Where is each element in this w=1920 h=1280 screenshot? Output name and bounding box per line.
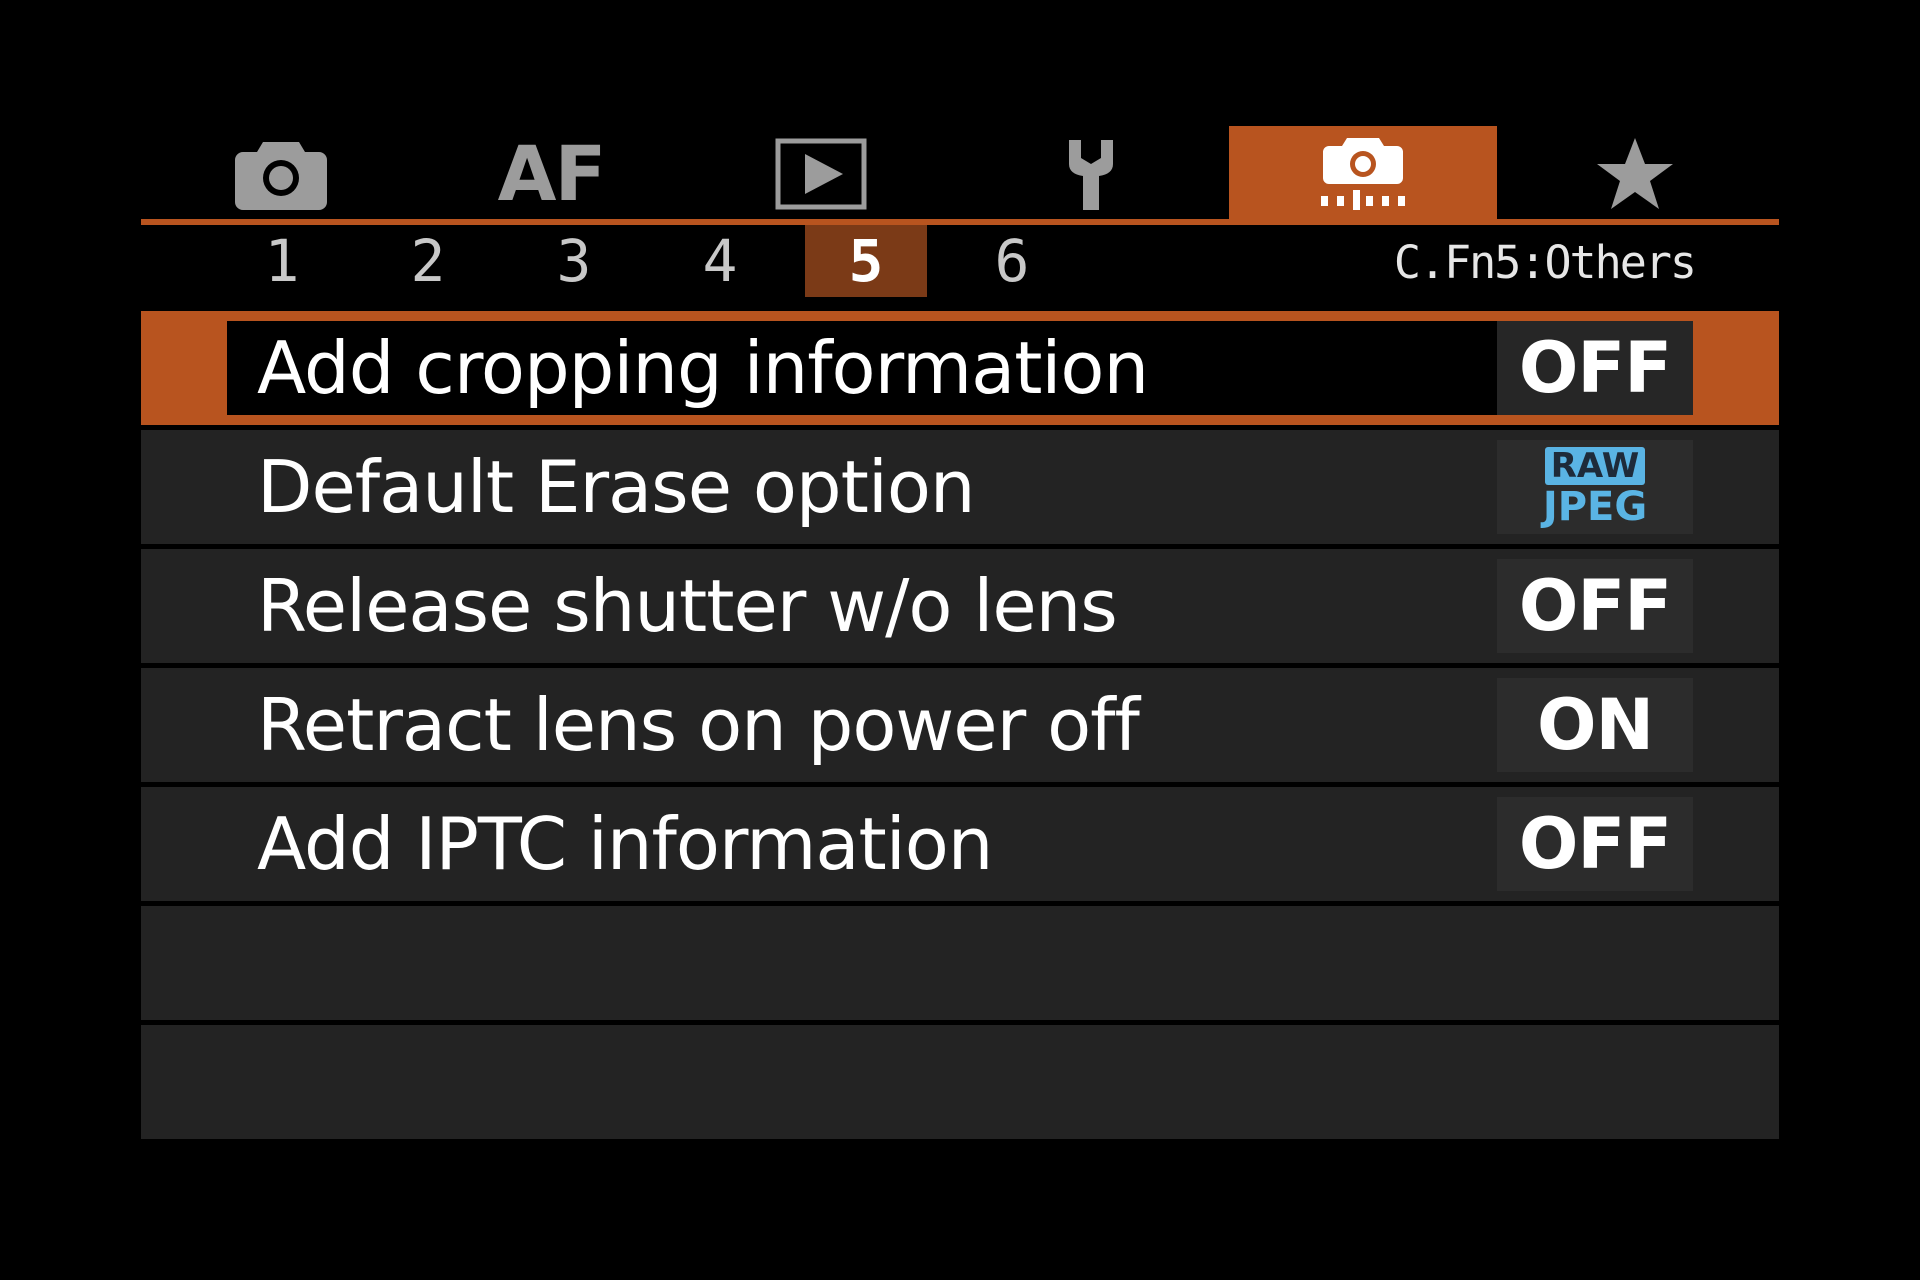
tab-shooting[interactable] bbox=[147, 126, 415, 221]
af-tab-label: AF bbox=[497, 129, 607, 218]
sub-tab-bar: 1 2 3 4 5 6 C.Fn5:Others bbox=[141, 225, 1779, 297]
menu-item-label: Retract lens on power off bbox=[257, 683, 1140, 767]
tab-af[interactable]: AF bbox=[417, 126, 685, 221]
star-icon bbox=[1597, 137, 1673, 209]
menu-item-retract-lens-on-power-off[interactable]: Retract lens on power off ON bbox=[141, 668, 1779, 782]
menu-item-label: Add cropping information bbox=[257, 326, 1149, 410]
menu-item-body: Add IPTC information OFF bbox=[227, 797, 1693, 891]
tab-custom-functions[interactable] bbox=[1229, 126, 1497, 221]
subtab-4[interactable]: 4 bbox=[659, 225, 781, 297]
raw-jpeg-format-icon: RAW JPEG bbox=[1543, 447, 1647, 527]
jpeg-badge: JPEG bbox=[1542, 484, 1648, 530]
menu-item-label: Release shutter w/o lens bbox=[257, 564, 1118, 648]
tab-setup[interactable] bbox=[957, 126, 1225, 221]
empty-menu-row bbox=[141, 1025, 1779, 1139]
wrench-icon bbox=[1069, 139, 1113, 210]
menu-item-value: OFF bbox=[1497, 797, 1693, 891]
menu-item-label: Default Erase option bbox=[257, 445, 976, 529]
empty-menu-row bbox=[141, 906, 1779, 1020]
menu-item-highlight: Add cropping information OFF bbox=[227, 321, 1693, 415]
menu-item-value: OFF bbox=[1497, 321, 1693, 415]
camera-icon bbox=[235, 141, 327, 210]
value-text: ON bbox=[1536, 684, 1654, 766]
playback-icon bbox=[775, 138, 867, 209]
main-tab-bar: AF bbox=[141, 126, 1779, 221]
section-title: C.Fn5:Others bbox=[1393, 236, 1697, 289]
menu-item-add-iptc-information[interactable]: Add IPTC information OFF bbox=[141, 787, 1779, 901]
menu-item-release-shutter-without-lens[interactable]: Release shutter w/o lens OFF bbox=[141, 549, 1779, 663]
menu-item-body: Default Erase option RAW JPEG bbox=[227, 440, 1693, 534]
menu-item-value: RAW JPEG bbox=[1497, 440, 1693, 534]
value-text: OFF bbox=[1518, 327, 1672, 409]
subtab-5[interactable]: 5 bbox=[805, 225, 927, 297]
subtab-3[interactable]: 3 bbox=[513, 225, 635, 297]
menu-item-body: Retract lens on power off ON bbox=[227, 678, 1693, 772]
subtab-6[interactable]: 6 bbox=[951, 225, 1073, 297]
menu-item-default-erase-option[interactable]: Default Erase option RAW JPEG bbox=[141, 430, 1779, 544]
menu-item-label: Add IPTC information bbox=[257, 802, 993, 886]
subtab-1[interactable]: 1 bbox=[221, 225, 343, 297]
value-text: OFF bbox=[1518, 803, 1672, 885]
custom-functions-icon bbox=[1321, 137, 1405, 210]
subtab-2[interactable]: 2 bbox=[367, 225, 489, 297]
menu-item-value: OFF bbox=[1497, 559, 1693, 653]
value-text: OFF bbox=[1518, 565, 1672, 647]
menu-item-value: ON bbox=[1497, 678, 1693, 772]
menu-item-body: Release shutter w/o lens OFF bbox=[227, 559, 1693, 653]
menu-item-add-cropping-information[interactable]: Add cropping information OFF bbox=[141, 311, 1779, 425]
raw-badge: RAW bbox=[1544, 447, 1646, 485]
tab-playback[interactable] bbox=[687, 126, 955, 221]
tab-my-menu[interactable] bbox=[1501, 126, 1769, 221]
